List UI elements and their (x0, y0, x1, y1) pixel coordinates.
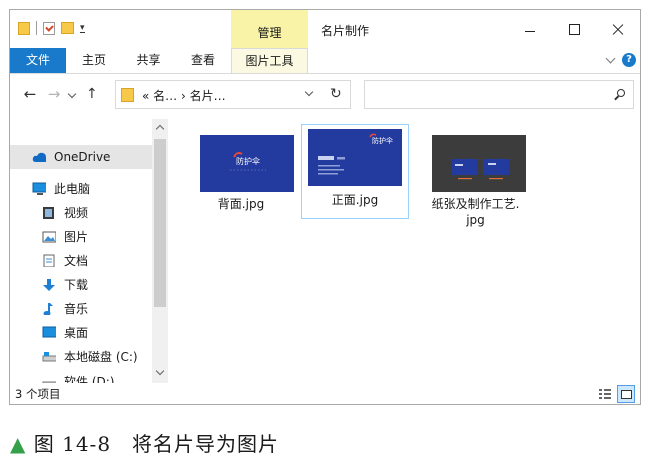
image-thumbnail: 防护伞 (308, 129, 402, 186)
title-bar: ▾ 管理 名片制作 (10, 10, 640, 48)
sidebar-item-onedrive[interactable]: OneDrive (10, 145, 152, 169)
sidebar-item-label: OneDrive (54, 150, 111, 164)
address-bar[interactable]: « 名… › 名片… ↻ (115, 80, 351, 109)
image-thumbnail: 防护伞 (200, 135, 294, 192)
pictures-icon (42, 231, 56, 243)
onedrive-icon (32, 152, 46, 162)
sidebar-item-label: 桌面 (64, 326, 89, 340)
image-thumbnail (432, 135, 526, 192)
up-button[interactable]: ↑ (86, 86, 98, 102)
customize-toolbar-icon[interactable]: ▾ (80, 23, 85, 33)
new-folder-icon[interactable] (61, 22, 74, 34)
tab-share[interactable]: 共享 (122, 48, 175, 73)
sidebar-item-label: 软件 (D:) (64, 375, 115, 383)
sidebar-item-label: 此电脑 (54, 182, 91, 196)
close-button[interactable] (596, 10, 640, 48)
videos-icon (43, 207, 54, 219)
file-name: 正面.jpg (331, 193, 379, 207)
figure-caption: ▲ 图 14-8 将名片导为图片 (10, 428, 279, 457)
folder-icon (18, 21, 30, 35)
toolbar-divider (36, 21, 37, 35)
context-tab-group: 管理 (231, 10, 308, 48)
sidebar-scrollbar[interactable] (152, 119, 168, 383)
expand-ribbon-icon[interactable] (605, 53, 616, 64)
file-explorer-window: ▾ 管理 名片制作 文件 主页 共享 查看 图片工具 ? ← → ↑ « 名… … (9, 9, 641, 405)
sidebar-item-documents[interactable]: 文档 (10, 249, 152, 273)
downloads-icon (43, 279, 55, 291)
context-tab-group-label: 管理 (257, 26, 282, 40)
sidebar-item-pictures[interactable]: 图片 (10, 225, 152, 249)
folder-icon (121, 88, 134, 102)
scroll-up-icon[interactable] (155, 124, 165, 134)
local-disk-icon (42, 352, 56, 362)
svg-text:防护伞: 防护伞 (236, 156, 260, 166)
minimize-button[interactable] (508, 10, 552, 48)
search-input[interactable] (364, 80, 634, 109)
scrollbar-thumb[interactable] (154, 139, 166, 307)
music-icon (43, 303, 53, 315)
caption-text: 图 14-8 将名片导为图片 (33, 432, 280, 456)
sidebar-item-videos[interactable]: 视频 (10, 201, 152, 225)
file-name-line: jpg (466, 213, 485, 227)
status-bar: 3 个项目 (10, 383, 640, 404)
desktop-icon (42, 326, 56, 338)
file-name-line: 纸张及制作工艺. (431, 197, 520, 211)
item-count: 3 个项目 (15, 387, 61, 401)
tab-file[interactable]: 文件 (10, 48, 66, 73)
sidebar-item-drive-d[interactable]: 软件 (D:) (10, 370, 152, 383)
sidebar-item-label: 文档 (64, 254, 89, 268)
file-item-back[interactable]: 防护伞 背面.jpg (188, 129, 294, 219)
maximize-button[interactable] (552, 10, 596, 48)
help-icon[interactable]: ? (622, 53, 636, 67)
properties-icon[interactable] (43, 21, 55, 35)
navigation-bar: ← → ↑ « 名… › 名片… ↻ (10, 74, 640, 118)
large-icons-view-icon[interactable] (617, 385, 635, 403)
sidebar-item-label: 下载 (64, 278, 89, 292)
sidebar-item-downloads[interactable]: 下载 (10, 273, 152, 297)
breadcrumb[interactable]: « 名… › 名片… (142, 87, 226, 104)
search-icon (617, 89, 625, 97)
quick-access-toolbar: ▾ (18, 20, 85, 36)
sidebar-item-local-disk-c[interactable]: 本地磁盘 (C:) (10, 345, 152, 369)
sidebar-item-desktop[interactable]: 桌面 (10, 321, 152, 345)
tab-view[interactable]: 查看 (175, 48, 231, 73)
sidebar-item-this-pc[interactable]: 此电脑 (10, 177, 152, 201)
sidebar-item-label: 视频 (64, 206, 89, 220)
details-view-icon[interactable] (598, 387, 612, 401)
refresh-button[interactable]: ↻ (330, 86, 342, 102)
sidebar-item-music[interactable]: 音乐 (10, 297, 152, 321)
recent-locations-icon[interactable] (67, 89, 77, 99)
this-pc-icon (32, 182, 46, 195)
caption-marker: ▲ (10, 432, 27, 456)
file-list: 防护伞 背面.jpg 防护伞 正面.jpg 纸张及制作工艺. jpg (170, 119, 640, 383)
scroll-down-icon[interactable] (155, 366, 165, 376)
forward-button[interactable]: → (46, 86, 62, 102)
address-history-icon[interactable] (304, 87, 314, 97)
window-title: 名片制作 (321, 24, 370, 38)
ribbon-tabs: 文件 主页 共享 查看 图片工具 ? (10, 48, 640, 74)
documents-icon (43, 254, 55, 267)
file-name: 纸张及制作工艺. jpg (418, 196, 533, 228)
sidebar-item-label: 本地磁盘 (C:) (64, 350, 138, 364)
svg-text:防护伞: 防护伞 (372, 136, 393, 145)
file-item-front[interactable]: 防护伞 正面.jpg (301, 124, 409, 219)
tab-home[interactable]: 主页 (66, 48, 122, 73)
sidebar-item-label: 音乐 (64, 302, 89, 316)
sidebar-item-label: 图片 (64, 230, 89, 244)
navigation-pane: OneDrive 此电脑 视频 图片 文档 下载 音乐 桌面 本地磁盘 (C:)… (10, 119, 168, 383)
file-item-paper-and-craft[interactable]: 纸张及制作工艺. jpg (418, 129, 533, 227)
tab-picture-tools[interactable]: 图片工具 (231, 48, 308, 73)
file-name: 背面.jpg (217, 197, 265, 211)
back-button[interactable]: ← (22, 86, 38, 102)
